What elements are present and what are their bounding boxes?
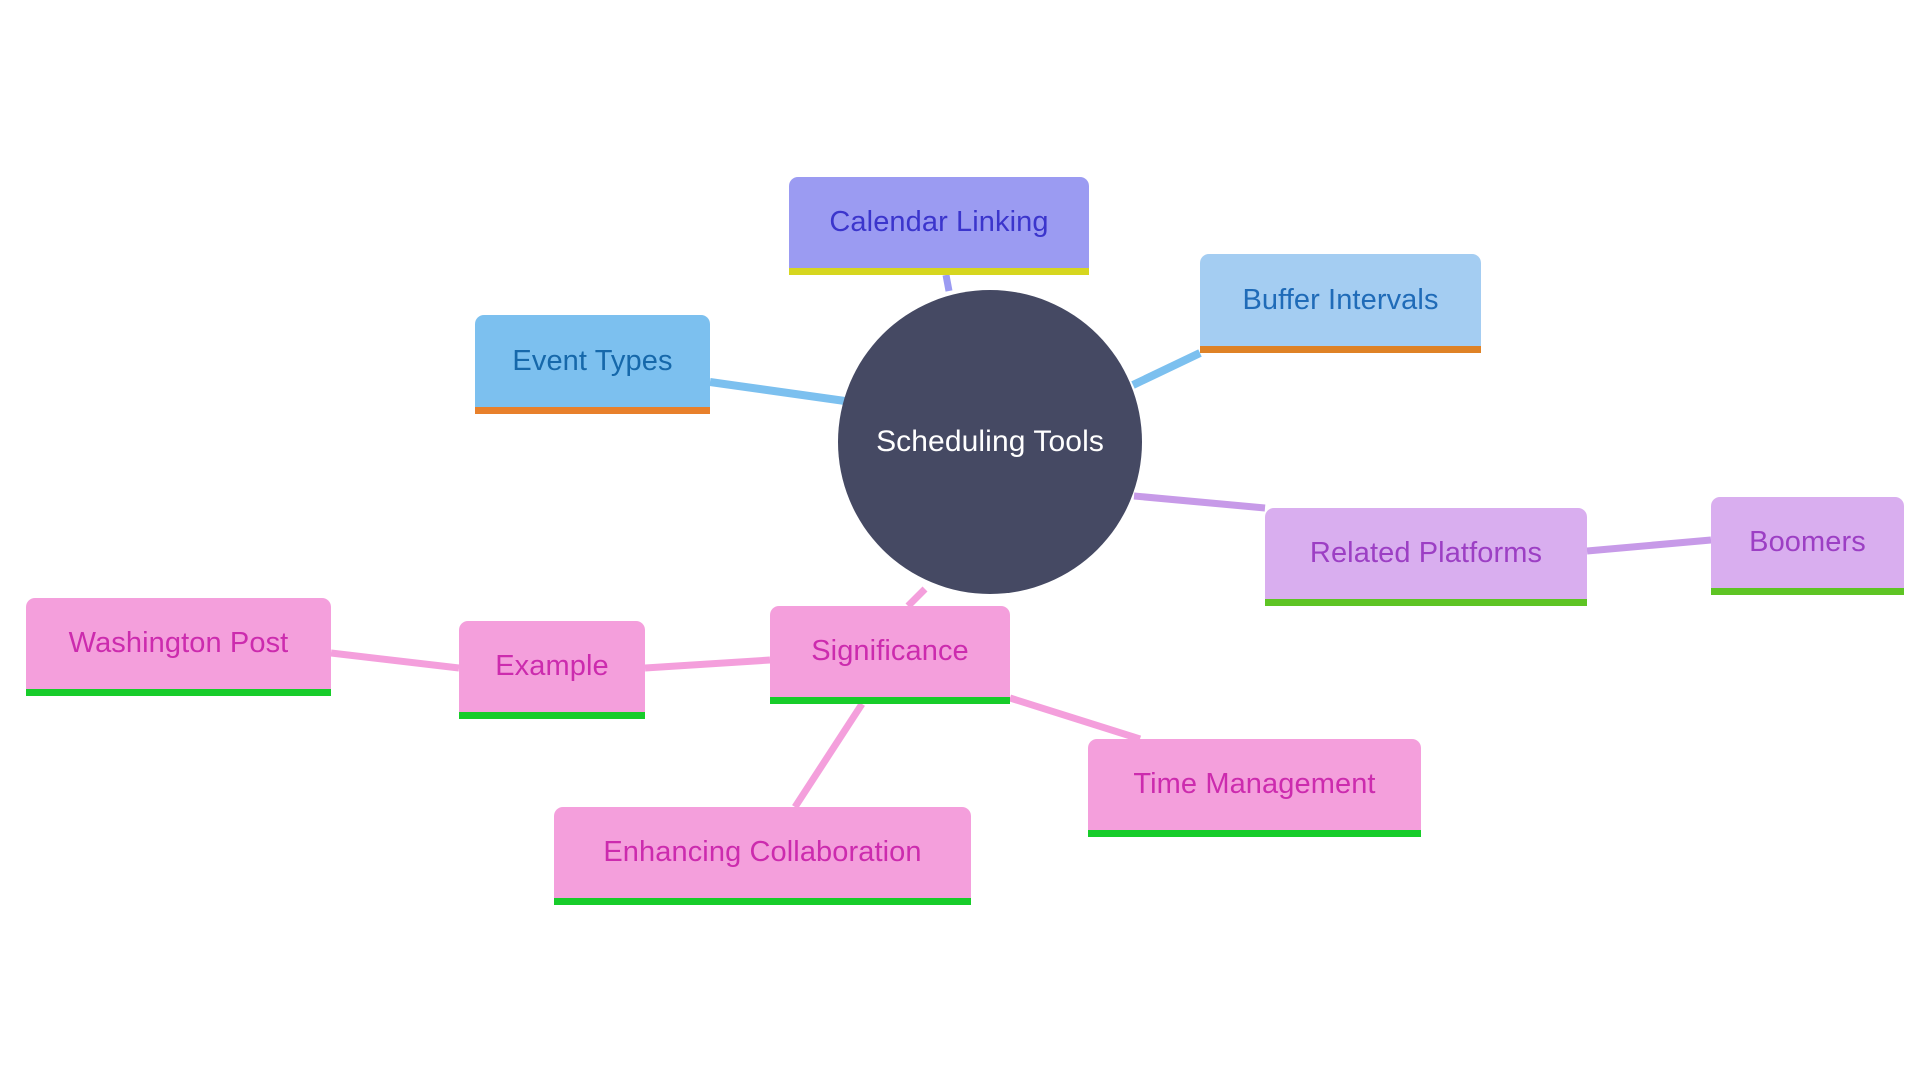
node-example[interactable]: Example	[459, 621, 645, 719]
node-boomers[interactable]: Boomers	[1711, 497, 1904, 595]
node-enhancing-collaboration[interactable]: Enhancing Collaboration	[554, 807, 971, 905]
node-event-types[interactable]: Event Types	[475, 315, 710, 414]
edge-significance-example	[644, 656, 771, 672]
node-label-buffer-intervals: Buffer Intervals	[1242, 283, 1439, 316]
edge-root-calendar-linking	[942, 274, 953, 292]
node-label-example: Example	[495, 650, 609, 682]
node-washington-post[interactable]: Washington Post	[26, 598, 331, 696]
edge-significance-time-management	[1008, 694, 1142, 743]
mind-map-canvas: Scheduling Tools Calendar Linking Event Ty…	[0, 0, 1920, 1080]
node-related-platforms[interactable]: Related Platforms	[1265, 508, 1587, 606]
node-label-event-types: Event Types	[512, 344, 673, 377]
node-time-management[interactable]: Time Management	[1088, 739, 1421, 837]
edge-root-related-platforms	[1133, 492, 1266, 512]
node-label-time-management: Time Management	[1133, 768, 1376, 800]
edge-example-washington-post	[330, 649, 460, 672]
node-root[interactable]: Scheduling Tools	[838, 290, 1142, 594]
node-label-significance: Significance	[811, 635, 969, 667]
node-label-boomers: Boomers	[1749, 526, 1866, 558]
node-calendar-linking[interactable]: Calendar Linking	[789, 177, 1089, 275]
node-label-enhancing-collaboration: Enhancing Collaboration	[603, 836, 922, 868]
edge-root-buffer-intervals	[1131, 349, 1202, 389]
node-label-root: Scheduling Tools	[876, 425, 1104, 458]
node-significance[interactable]: Significance	[770, 606, 1010, 704]
node-label-calendar-linking: Calendar Linking	[829, 206, 1049, 238]
edge-root-event-types	[709, 378, 846, 405]
node-label-washington-post: Washington Post	[68, 627, 289, 659]
edge-related-platforms-boomers	[1586, 536, 1712, 555]
node-buffer-intervals[interactable]: Buffer Intervals	[1200, 254, 1481, 353]
edge-significance-enhancing-collaboration	[792, 702, 865, 809]
edge-root-significance	[905, 586, 928, 609]
node-label-related-platforms: Related Platforms	[1309, 537, 1543, 569]
